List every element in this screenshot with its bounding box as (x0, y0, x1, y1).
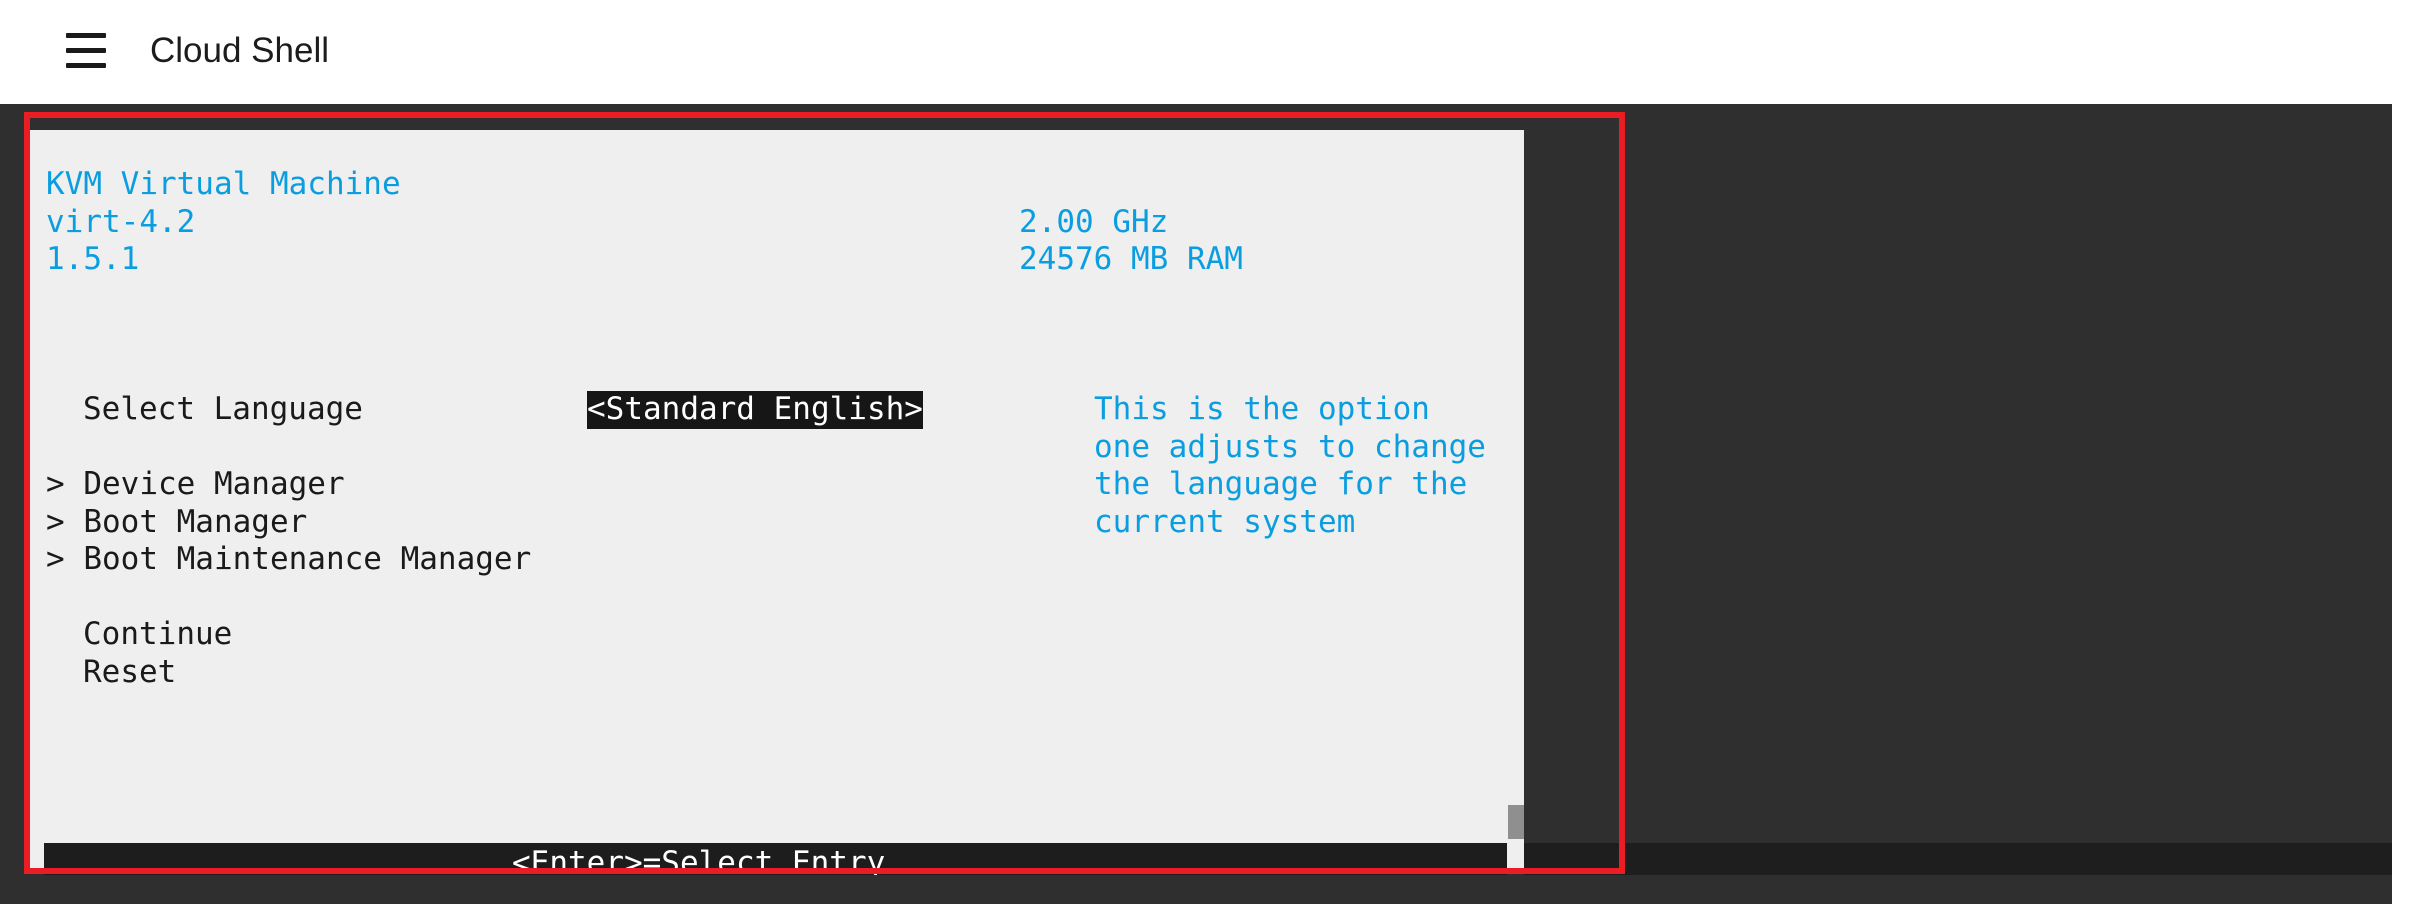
firmware-version: 1.5.1 (46, 241, 140, 277)
submenu-arrow-icon: > (46, 503, 84, 540)
reset-option[interactable]: Reset (83, 654, 176, 692)
language-selector[interactable]: <Standard English> (587, 391, 923, 429)
help-text-line: current system (1094, 503, 1356, 540)
submenu-arrow-icon: > (46, 466, 84, 502)
menu-item-label: Boot Manager (83, 503, 308, 540)
machine-version: virt-4.2 (46, 203, 196, 240)
help-text-line: This is the option (1094, 391, 1430, 427)
select-language-label: Select Language (83, 391, 363, 427)
menu-item-device-manager[interactable]: > Device Manager (46, 466, 345, 504)
continue-option[interactable]: Continue (83, 616, 232, 654)
terminal-status-bar: <Enter>=Select Entry (44, 843, 1507, 875)
right-gutter (2392, 104, 2410, 904)
menu-item-label: Boot Maintenance Manager (83, 541, 532, 577)
cpu-speed: 2.00 GHz (1019, 203, 1169, 240)
submenu-arrow-icon: > (46, 541, 84, 577)
machine-name: KVM Virtual Machine (46, 166, 401, 202)
app-title: Cloud Shell (150, 31, 329, 70)
menu-item-boot-maintenance-manager[interactable]: > Boot Maintenance Manager (46, 541, 531, 579)
help-text-line: one adjusts to change (1094, 428, 1486, 465)
help-text-line: the language for the (1094, 466, 1468, 502)
status-bar-extension (1524, 843, 2392, 875)
terminal-scrollbar-thumb[interactable] (1508, 805, 1524, 839)
menu-item-label: Device Manager (83, 466, 345, 502)
status-hint: <Enter>=Select Entry (512, 845, 886, 875)
app-header: Cloud Shell (0, 0, 2410, 104)
memory-size: 24576 MB RAM (1019, 241, 1243, 277)
menu-item-boot-manager[interactable]: > Boot Manager (46, 504, 307, 542)
terminal-screen[interactable]: KVM Virtual Machine virt-4.2 1.5.1 2.00 … (28, 130, 1524, 870)
hamburger-menu-icon[interactable] (66, 30, 110, 72)
